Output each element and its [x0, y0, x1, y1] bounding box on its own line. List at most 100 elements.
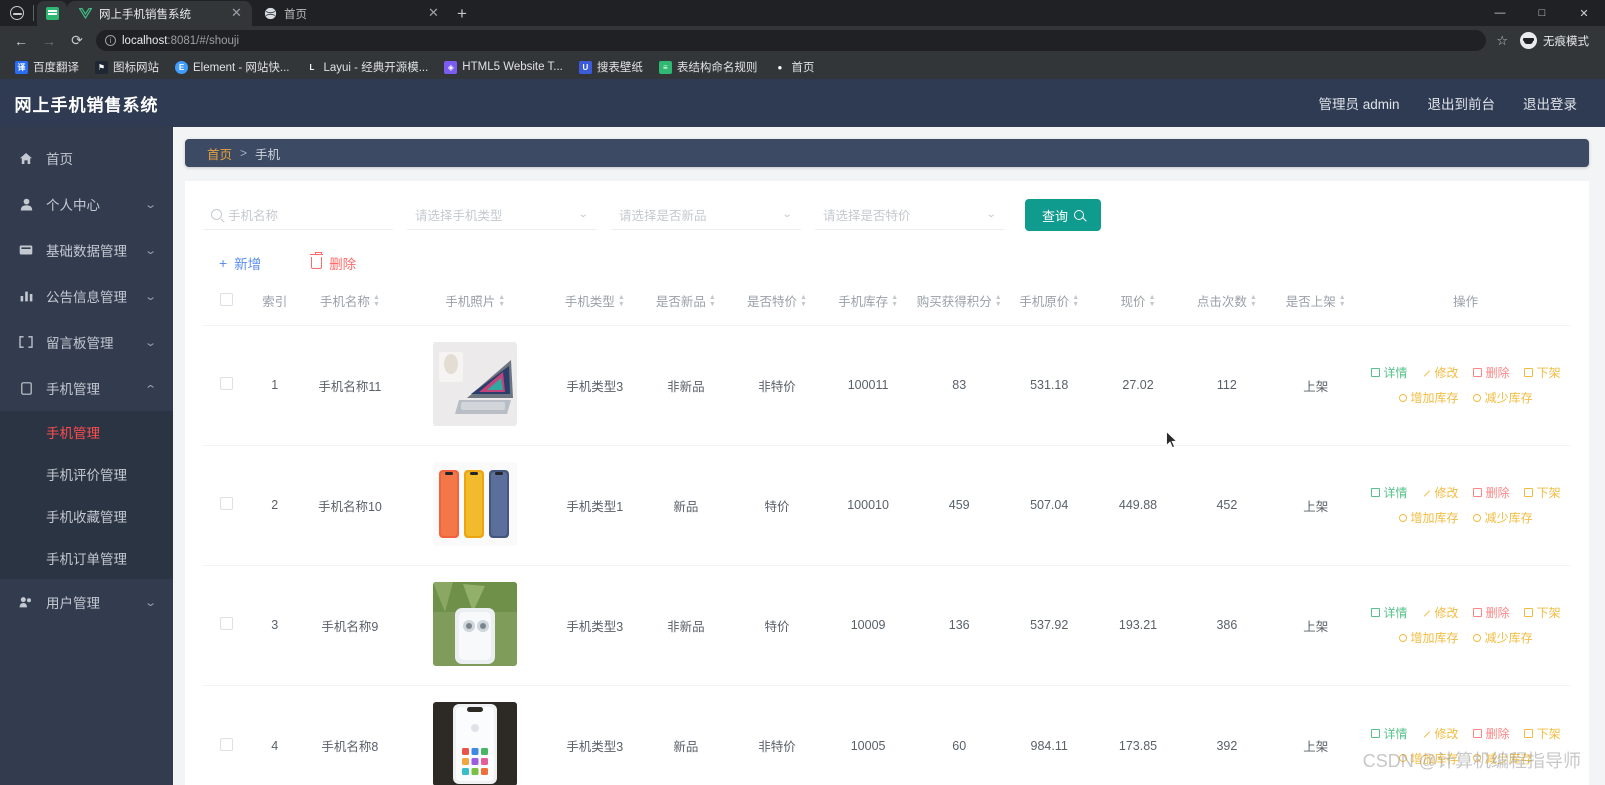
bookmark-item[interactable]: ⚑ 图标网站 [88, 57, 166, 77]
phone-thumbnail[interactable] [433, 581, 518, 666]
edit-button[interactable]: 修改 [1422, 604, 1459, 621]
sort-icon[interactable]: ▲ ▼ [498, 294, 505, 308]
sidebar-subitem-phone-review[interactable]: 手机评价管理 [0, 453, 173, 495]
off-shelf-button[interactable]: 下架 [1523, 725, 1561, 742]
bookmark-item[interactable]: ≡ 表结构命名规则 [652, 57, 765, 77]
sidebar-item-home[interactable]: 首页 [0, 135, 173, 181]
breadcrumb-home[interactable]: 首页 [207, 144, 232, 163]
phone-thumbnail[interactable] [433, 702, 518, 785]
logout-link[interactable]: 退出登录 [1523, 93, 1577, 113]
bookmark-item[interactable]: L Layui - 经典开源模... [299, 57, 436, 77]
site-info-icon[interactable]: i [105, 35, 116, 46]
row-checkbox[interactable] [220, 377, 234, 391]
decrease-stock-button[interactable]: 减少库存 [1472, 509, 1533, 526]
increase-stock-button[interactable]: 增加库存 [1398, 509, 1459, 526]
close-icon[interactable]: ✕ [426, 6, 441, 21]
browser-tab-active[interactable]: 网上手机销售系统 ✕ [67, 1, 252, 26]
close-window-button[interactable]: ✕ [1563, 0, 1605, 26]
sidebar-subitem-phone-order[interactable]: 手机订单管理 [0, 537, 173, 579]
col-stock[interactable]: 手机库存 ▲ ▼ [823, 283, 914, 325]
sort-icon[interactable]: ▲ ▼ [1072, 294, 1079, 308]
table-row[interactable]: 2 手机名称10 手机类型1 新品 特价 100010 459 507.04 4… [203, 444, 1571, 566]
forward-button[interactable]: → [36, 28, 62, 54]
decrease-stock-button[interactable]: 减少库存 [1472, 389, 1533, 406]
sort-icon[interactable]: ▲ ▼ [1339, 294, 1346, 308]
col-name[interactable]: 手机名称 ▲ ▼ [299, 283, 402, 325]
sort-icon[interactable]: ▲ ▼ [995, 294, 1002, 308]
detail-button[interactable]: 详情 [1370, 725, 1408, 742]
bookmark-item[interactable]: ● 首页 [766, 57, 821, 77]
sidebar-item-phone-management[interactable]: 手机管理 ⌄ [0, 365, 173, 411]
table-row[interactable]: 1 手机名称11 手机类型3 非新品 非特价 100011 83 531.18 … [203, 324, 1571, 446]
col-type[interactable]: 手机类型 ▲ ▼ [549, 283, 640, 325]
decrease-stock-button[interactable]: 减少库存 [1472, 629, 1533, 646]
maximize-button[interactable]: □ [1521, 0, 1563, 26]
sidebar-subitem-phone-manage[interactable]: 手机管理 [0, 411, 173, 453]
bookmark-item[interactable]: E Element - 网站快... [168, 57, 297, 77]
sidebar-item-announcements[interactable]: 公告信息管理 ⌄ [0, 273, 173, 319]
is-sale-select[interactable]: 请选择是否特价 ⌄ [815, 200, 1005, 230]
off-shelf-button[interactable]: 下架 [1523, 604, 1561, 621]
sort-icon[interactable]: ▲ ▼ [709, 294, 716, 308]
incognito-pill[interactable]: 无痕模式 [1516, 32, 1597, 49]
bookmark-item[interactable]: ◈ HTML5 Website T... [437, 59, 570, 76]
off-shelf-button[interactable]: 下架 [1523, 364, 1561, 381]
phone-thumbnail[interactable] [433, 461, 518, 546]
table-row[interactable]: 3 手机名称9 手机类型3 非新品 特价 10009 136 537.92 19… [203, 564, 1571, 686]
edit-button[interactable]: 修改 [1422, 364, 1459, 381]
browser-tab-inactive[interactable]: 首页 ✕ [252, 1, 449, 26]
address-bar[interactable]: i localhost:8081/#/shouji ☆ [96, 30, 1508, 51]
row-delete-button[interactable]: 删除 [1472, 484, 1510, 501]
detail-button[interactable]: 详情 [1370, 484, 1408, 501]
col-is-new[interactable]: 是否新品 ▲ ▼ [640, 283, 731, 325]
phone-thumbnail[interactable] [433, 341, 518, 426]
sort-icon[interactable]: ▲ ▼ [373, 294, 380, 308]
detail-button[interactable]: 详情 [1370, 364, 1408, 381]
row-checkbox[interactable] [220, 497, 234, 511]
query-button[interactable]: 查询 [1025, 199, 1102, 231]
sort-icon[interactable]: ▲ ▼ [1149, 294, 1156, 308]
col-clicks[interactable]: 点击次数 ▲ ▼ [1182, 283, 1271, 325]
reload-button[interactable]: ⟳ [64, 28, 90, 54]
pinned-tab[interactable] [37, 1, 67, 26]
bookmark-item[interactable]: U 搜表壁纸 [572, 57, 650, 77]
sort-icon[interactable]: ▲ ▼ [1250, 294, 1257, 308]
sort-icon[interactable]: ▲ ▼ [618, 294, 625, 308]
minimize-button[interactable]: — [1479, 0, 1521, 26]
bookmark-item[interactable]: 译百度翻译 [8, 57, 86, 77]
new-tab-button[interactable]: + [449, 2, 475, 26]
increase-stock-button[interactable]: 增加库存 [1398, 389, 1459, 406]
sidebar-subitem-phone-favorite[interactable]: 手机收藏管理 [0, 495, 173, 537]
sort-icon[interactable]: ▲ ▼ [800, 294, 807, 308]
close-icon[interactable]: ✕ [229, 6, 244, 21]
col-on-shelf[interactable]: 是否上架 ▲ ▼ [1271, 283, 1360, 325]
row-delete-button[interactable]: 删除 [1472, 364, 1510, 381]
col-points[interactable]: 购买获得积分 ▲ ▼ [914, 283, 1005, 325]
row-checkbox[interactable] [220, 737, 234, 751]
edit-button[interactable]: 修改 [1422, 484, 1459, 501]
off-shelf-button[interactable]: 下架 [1523, 484, 1561, 501]
sort-icon[interactable]: ▲ ▼ [891, 294, 898, 308]
select-all-checkbox[interactable] [220, 293, 234, 306]
delete-button[interactable]: 删除 [310, 252, 356, 273]
sidebar-item-personal-center[interactable]: 个人中心 ⌄ [0, 181, 173, 227]
sidebar-item-user-management[interactable]: 用户管理 ⌄ [0, 579, 173, 625]
sidebar-item-basic-data[interactable]: 基础数据管理 ⌄ [0, 227, 173, 273]
row-checkbox[interactable] [220, 617, 234, 631]
bookmark-star-icon[interactable]: ☆ [1496, 33, 1508, 49]
col-orig-price[interactable]: 手机原价 ▲ ▼ [1005, 283, 1094, 325]
phone-type-select[interactable]: 请选择手机类型 ⌄ [407, 200, 597, 230]
col-is-sale[interactable]: 是否特价 ▲ ▼ [731, 283, 822, 325]
edit-button[interactable]: 修改 [1422, 725, 1459, 742]
detail-button[interactable]: 详情 [1370, 604, 1408, 621]
row-delete-button[interactable]: 删除 [1472, 604, 1510, 621]
is-new-select[interactable]: 请选择是否新品 ⌄ [611, 200, 801, 230]
row-delete-button[interactable]: 删除 [1472, 725, 1510, 742]
add-button[interactable]: + 新增 [219, 253, 261, 273]
sidebar-item-message-board[interactable]: 留言板管理 ⌄ [0, 319, 173, 365]
col-price[interactable]: 现价 ▲ ▼ [1094, 283, 1183, 325]
back-button[interactable]: ← [8, 28, 34, 54]
increase-stock-button[interactable]: 增加库存 [1398, 629, 1459, 646]
exit-to-frontend-link[interactable]: 退出到前台 [1428, 93, 1496, 113]
search-input[interactable]: 手机名称 [203, 200, 393, 230]
